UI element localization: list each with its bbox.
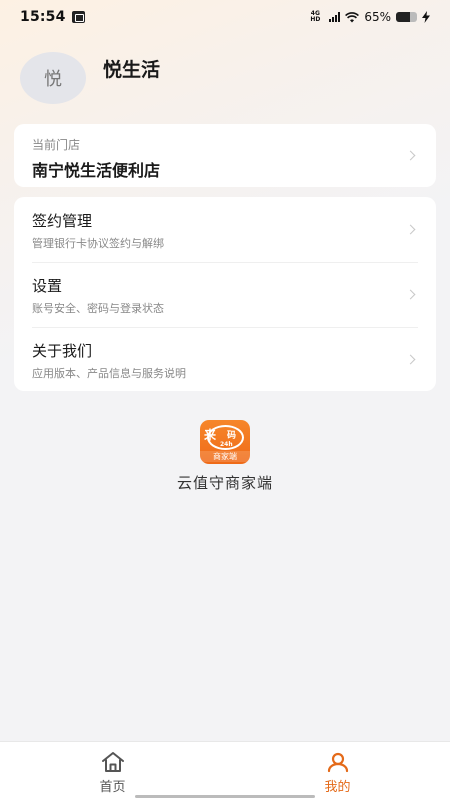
- avatar[interactable]: 悦: [20, 52, 86, 104]
- home-icon: [101, 752, 124, 772]
- menu-item-settings[interactable]: 设置 账号安全、密码与登录状态: [14, 262, 436, 327]
- profile-header[interactable]: 悦 悦生活: [20, 50, 160, 104]
- logo-hours: 24h: [220, 441, 233, 448]
- store-name: 南宁悦生活便利店: [32, 161, 161, 180]
- notification-app-icon: [71, 11, 85, 23]
- menu-item-desc: 账号安全、密码与登录状态: [32, 302, 164, 315]
- battery-percent: 65%: [364, 10, 391, 24]
- logo-subtitle: 商家端: [200, 451, 250, 462]
- battery-icon: [396, 12, 417, 22]
- network-type-label: 4G HD: [310, 10, 321, 23]
- nav-label-home: 首页: [99, 780, 126, 795]
- logo-code-char: 码: [227, 431, 237, 441]
- nav-label-mine: 我的: [324, 780, 351, 795]
- status-bar: 15:54 4G HD 65%: [0, 0, 450, 34]
- profile-name: 悦生活: [103, 58, 161, 81]
- menu-item-title: 关于我们: [32, 342, 93, 360]
- home-indicator[interactable]: [135, 795, 315, 798]
- wifi-icon: [345, 11, 360, 22]
- menu-item-title: 签约管理: [32, 212, 93, 230]
- bottom-nav: 首页 我的: [0, 741, 450, 800]
- logo-main-char: 来: [204, 428, 217, 442]
- menu-item-about[interactable]: 关于我们 应用版本、产品信息与服务说明: [14, 327, 436, 392]
- app-logo: 来 码 24h 商家端: [200, 420, 250, 464]
- status-left: 15:54: [20, 9, 85, 25]
- menu-card: 签约管理 管理银行卡协议签约与解绑 设置 账号安全、密码与登录状态 关于我们 应…: [14, 197, 436, 391]
- app-name: 云值守商家端: [176, 474, 273, 492]
- screen: 15:54 4G HD 65% 悦 悦生活 当前门店 南宁悦生活便利店 签约管理…: [0, 0, 450, 800]
- current-store-card[interactable]: 当前门店 南宁悦生活便利店: [14, 124, 436, 187]
- charging-icon: [422, 11, 430, 23]
- battery-fill: [396, 12, 410, 22]
- store-label: 当前门店: [32, 138, 81, 152]
- menu-item-desc: 管理银行卡协议签约与解绑: [32, 237, 164, 250]
- menu-item-desc: 应用版本、产品信息与服务说明: [32, 367, 186, 380]
- cell-signal-icon: [329, 12, 341, 22]
- user-icon: [327, 752, 348, 773]
- menu-item-signing[interactable]: 签约管理 管理银行卡协议签约与解绑: [14, 197, 436, 262]
- status-right: 4G HD 65%: [306, 10, 430, 24]
- status-time: 15:54: [20, 9, 66, 25]
- brand-block: 来 码 24h 商家端 云值守商家端: [0, 420, 450, 493]
- menu-item-title: 设置: [32, 277, 63, 295]
- nav-item-mine[interactable]: 我的: [225, 742, 450, 800]
- nav-item-home[interactable]: 首页: [0, 742, 225, 800]
